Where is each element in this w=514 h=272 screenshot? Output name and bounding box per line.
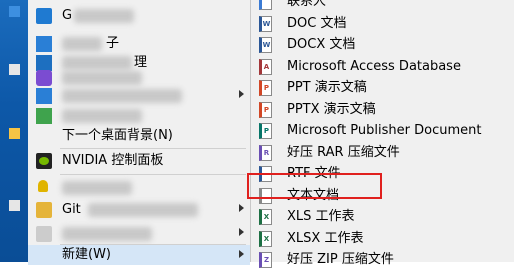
rar-archive-icon: R	[259, 145, 272, 161]
green-square-icon	[36, 108, 52, 124]
submenu-item-label: 联系人	[287, 0, 327, 9]
desktop-icon[interactable]	[9, 128, 20, 139]
submenu-item-label: PPT 演示文稿	[287, 80, 367, 95]
submenu-item-label: DOCX 文档	[287, 37, 356, 52]
blurred-text	[62, 89, 182, 103]
submenu-item-label: Microsoft Publisher Document	[287, 123, 482, 138]
xls-icon: X	[259, 209, 272, 225]
context-menu-label: NVIDIA 控制面板	[62, 153, 164, 168]
context-menu-item[interactable]: Git	[28, 198, 250, 222]
desktop-context-menu: G 子 理 下一个桌面背景(N) NVIDIA 控制面板 Git 新建(W)	[28, 0, 251, 265]
stack-icon	[36, 202, 52, 218]
folder-icon	[36, 226, 52, 242]
submenu-arrow-icon	[239, 90, 244, 98]
context-menu-label: Git	[62, 202, 81, 217]
context-menu-item[interactable]: G	[28, 4, 250, 28]
desktop-background	[0, 0, 28, 262]
context-menu-label: 新建(W)	[62, 247, 111, 262]
submenu-item[interactable]: W DOCX 文档	[251, 33, 514, 57]
publisher-icon: P	[259, 123, 272, 139]
blurred-text	[62, 227, 152, 241]
desktop-icon[interactable]	[9, 6, 20, 17]
context-menu-item[interactable]	[28, 222, 250, 246]
blurred-text	[62, 71, 142, 85]
blurred-text	[74, 9, 134, 23]
word-docx-icon: W	[259, 37, 272, 53]
new-submenu: 联系人 W DOC 文档 W DOCX 文档 A Microsoft Access Data…	[251, 0, 514, 268]
submenu-item-label: 好压 RAR 压缩文件	[287, 145, 400, 160]
key-icon	[38, 180, 48, 192]
zip-archive-icon: Z	[259, 252, 272, 268]
submenu-item-label: Microsoft Access Database	[287, 59, 461, 74]
contact-file-icon	[259, 0, 272, 10]
submenu-item[interactable]: Z 好压 ZIP 压缩文件	[251, 248, 514, 272]
context-menu-label: 下一个桌面背景(N)	[62, 128, 173, 143]
context-menu-label: G	[62, 8, 73, 23]
context-menu-item[interactable]: 下一个桌面背景(N)	[28, 124, 250, 148]
blurred-text	[62, 181, 132, 195]
ppt-icon: P	[259, 80, 272, 96]
submenu-arrow-icon	[239, 204, 244, 212]
context-menu-label: 子	[106, 36, 120, 51]
vs-code-icon	[36, 8, 52, 24]
context-menu-item[interactable]: NVIDIA 控制面板	[28, 149, 250, 173]
submenu-item[interactable]: P Microsoft Publisher Document	[251, 119, 514, 143]
submenu-arrow-icon	[239, 250, 244, 258]
xlsx-icon: X	[259, 231, 272, 247]
blue-square-icon	[36, 36, 52, 52]
menu-separator	[60, 174, 246, 175]
submenu-item-label: DOC 文档	[287, 16, 347, 31]
submenu-item[interactable]: X XLS 工作表	[251, 205, 514, 229]
blue-list-icon	[36, 88, 52, 104]
desktop-icon[interactable]	[9, 64, 20, 75]
nvidia-eye-shape	[39, 157, 49, 165]
new-menu-item[interactable]: 新建(W)	[28, 245, 250, 265]
submenu-item-label: PPTX 演示文稿	[287, 102, 376, 117]
word-doc-icon: W	[259, 16, 272, 32]
submenu-item-label: 好压 ZIP 压缩文件	[287, 252, 394, 267]
submenu-item-label: XLS 工作表	[287, 209, 355, 224]
submenu-item[interactable]: P PPT 演示文稿	[251, 76, 514, 100]
context-menu-item[interactable]	[28, 176, 250, 200]
desktop-icon[interactable]	[9, 200, 20, 211]
submenu-item-label: XLSX 工作表	[287, 231, 364, 246]
nvidia-icon	[36, 153, 52, 169]
pptx-icon: P	[259, 102, 272, 118]
blurred-text	[62, 109, 142, 123]
access-icon: A	[259, 59, 272, 75]
blurred-text	[88, 203, 198, 217]
annotation-highlight-box	[247, 173, 382, 199]
blurred-text	[62, 37, 102, 51]
submenu-arrow-icon	[239, 228, 244, 236]
